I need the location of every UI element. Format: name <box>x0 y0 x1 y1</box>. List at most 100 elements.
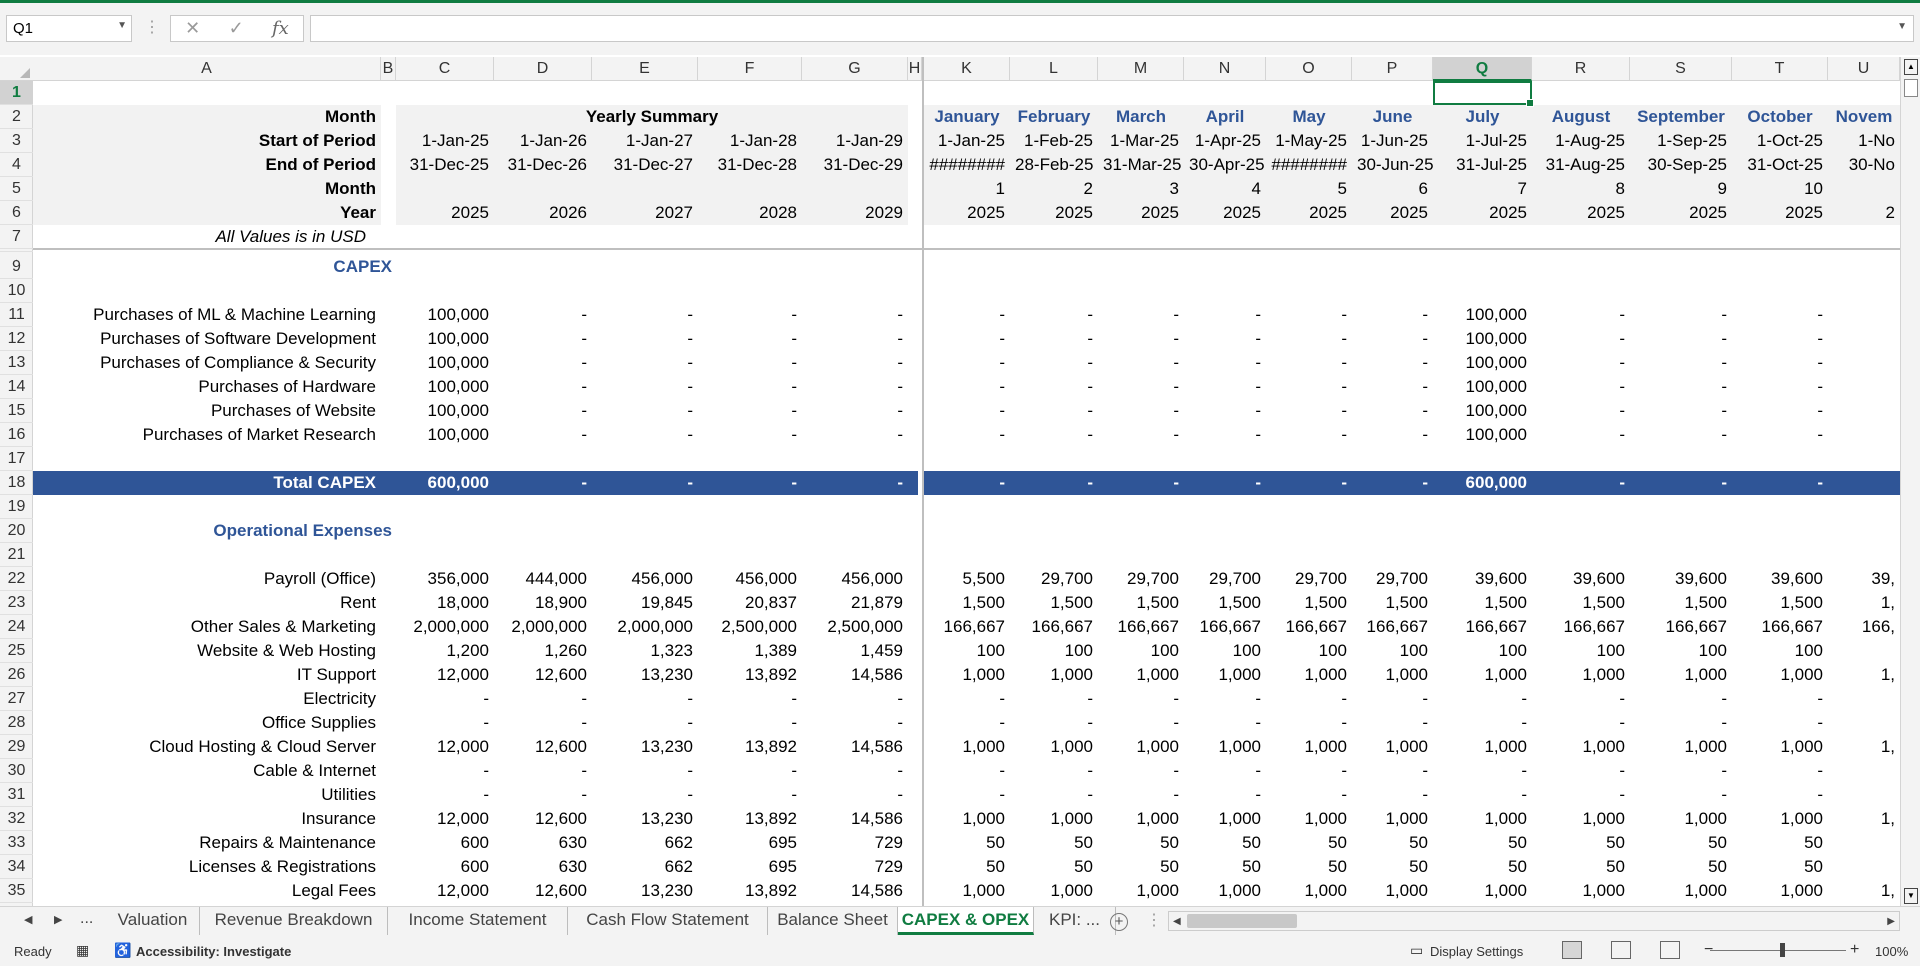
month-start[interactable]: 1-Sep-25 <box>1630 129 1732 153</box>
yearly-value[interactable]: - <box>698 423 802 447</box>
monthly-value[interactable] <box>1828 351 1900 375</box>
yearly-value[interactable]: 1,260 <box>494 639 592 663</box>
tab-income-statement[interactable]: Income Statement <box>388 907 568 935</box>
column-header-e[interactable]: E <box>592 57 698 81</box>
monthly-value[interactable]: - <box>1532 423 1630 447</box>
row-header-17[interactable]: 17 <box>0 447 33 471</box>
monthly-value[interactable]: - <box>1352 423 1433 447</box>
yearly-value[interactable]: 729 <box>802 831 908 855</box>
monthly-value[interactable]: - <box>1098 351 1184 375</box>
yearly-value[interactable]: 456,000 <box>592 567 698 591</box>
monthly-value[interactable]: - <box>1184 303 1266 327</box>
month-name[interactable]: August <box>1532 105 1630 129</box>
monthly-value[interactable]: - <box>1010 375 1098 399</box>
monthly-value[interactable]: 166,667 <box>1732 615 1828 639</box>
column-header-f[interactable]: F <box>698 57 802 81</box>
accessibility-status[interactable]: Accessibility: Investigate <box>136 944 291 959</box>
yearly-value[interactable]: 100,000 <box>396 423 494 447</box>
month-end[interactable]: 31-Jul-25 <box>1433 153 1532 177</box>
row-header-12[interactable]: 12 <box>0 327 33 351</box>
yearly-start[interactable]: 1-Jan-27 <box>592 129 698 153</box>
tab-cash-flow-statement[interactable]: Cash Flow Statement <box>568 907 768 935</box>
yearly-value[interactable]: - <box>802 351 908 375</box>
yearly-value[interactable]: - <box>698 303 802 327</box>
monthly-value[interactable]: - <box>1630 471 1732 495</box>
monthly-value[interactable]: 1, <box>1828 591 1900 615</box>
monthly-value[interactable]: 166,667 <box>1266 615 1352 639</box>
monthly-value[interactable]: 166, <box>1828 615 1900 639</box>
row-header-11[interactable]: 11 <box>0 303 33 327</box>
yearly-value[interactable]: 13,892 <box>698 807 802 831</box>
monthly-value[interactable]: 100,000 <box>1433 375 1532 399</box>
monthly-value[interactable]: - <box>1532 351 1630 375</box>
yearly-value[interactable]: - <box>494 327 592 351</box>
monthly-value[interactable]: - <box>1630 399 1732 423</box>
row-header-4[interactable]: 4 <box>0 153 33 177</box>
monthly-value[interactable]: - <box>1732 471 1828 495</box>
row-label[interactable]: Rent <box>33 591 381 615</box>
monthly-value[interactable]: 1,000 <box>1352 663 1433 687</box>
yearly-start[interactable]: 1-Jan-25 <box>396 129 494 153</box>
yearly-year[interactable]: 2029 <box>802 201 908 225</box>
monthly-value[interactable]: - <box>1184 399 1266 423</box>
column-header-m[interactable]: M <box>1098 57 1184 81</box>
monthly-value[interactable]: - <box>924 471 1010 495</box>
formula-input[interactable]: ▼ <box>310 15 1914 42</box>
yearly-end[interactable]: 31-Dec-25 <box>396 153 494 177</box>
monthly-value[interactable]: 100,000 <box>1433 303 1532 327</box>
monthly-value[interactable] <box>1828 327 1900 351</box>
monthly-value[interactable]: 1,000 <box>1532 735 1630 759</box>
month-year[interactable]: 2025 <box>1266 201 1352 225</box>
yearly-value[interactable]: - <box>592 711 698 735</box>
month-start[interactable]: 1-Jun-25 <box>1352 129 1433 153</box>
monthly-value[interactable]: 1,500 <box>924 591 1010 615</box>
monthly-value[interactable]: 1,000 <box>1732 663 1828 687</box>
monthly-value[interactable]: - <box>924 687 1010 711</box>
yearly-value[interactable]: 100,000 <box>396 327 494 351</box>
monthly-value[interactable]: 50 <box>1532 831 1630 855</box>
row-header-20[interactable]: 20 <box>0 519 33 543</box>
row-label[interactable]: Purchases of ML & Machine Learning <box>33 303 381 327</box>
monthly-value[interactable]: - <box>1184 687 1266 711</box>
monthly-value[interactable]: - <box>1266 423 1352 447</box>
monthly-value[interactable]: - <box>1630 711 1732 735</box>
horizontal-scroll-thumb[interactable] <box>1187 914 1297 928</box>
month-number[interactable]: 3 <box>1098 177 1184 201</box>
monthly-value[interactable]: 100 <box>1098 639 1184 663</box>
monthly-value[interactable]: 1,500 <box>1630 591 1732 615</box>
yearly-value[interactable]: - <box>802 375 908 399</box>
month-year[interactable]: 2025 <box>1630 201 1732 225</box>
yearly-value[interactable]: - <box>494 423 592 447</box>
monthly-value[interactable]: - <box>1433 687 1532 711</box>
row-header-6[interactable]: 6 <box>0 201 33 225</box>
monthly-value[interactable]: - <box>1098 759 1184 783</box>
monthly-value[interactable]: - <box>1184 471 1266 495</box>
row-header-29[interactable]: 29 <box>0 735 33 759</box>
row-header-14[interactable]: 14 <box>0 375 33 399</box>
yearly-value[interactable]: 13,230 <box>592 663 698 687</box>
column-header-b[interactable]: B <box>381 57 396 81</box>
monthly-value[interactable]: 1,000 <box>924 663 1010 687</box>
monthly-value[interactable]: - <box>1352 783 1433 807</box>
yearly-value[interactable]: 12,600 <box>494 735 592 759</box>
month-end[interactable]: 30-Jun-25 <box>1352 153 1433 177</box>
row-header-22[interactable]: 22 <box>0 567 33 591</box>
monthly-value[interactable] <box>1828 783 1900 807</box>
monthly-value[interactable]: 1,500 <box>1433 591 1532 615</box>
select-all-button[interactable] <box>0 57 33 81</box>
monthly-value[interactable]: - <box>1266 375 1352 399</box>
monthly-value[interactable]: 1,000 <box>1630 735 1732 759</box>
row-label[interactable]: Repairs & Maintenance <box>33 831 381 855</box>
monthly-value[interactable]: - <box>1433 759 1532 783</box>
yearly-value[interactable]: 100,000 <box>396 399 494 423</box>
monthly-value[interactable]: 1,000 <box>1433 663 1532 687</box>
monthly-value[interactable] <box>1828 831 1900 855</box>
row-label[interactable]: Total CAPEX <box>33 471 381 495</box>
row-header-3[interactable]: 3 <box>0 129 33 153</box>
row-label[interactable]: Payroll (Office) <box>33 567 381 591</box>
add-sheet-icon[interactable]: + <box>1110 913 1128 931</box>
monthly-value[interactable] <box>1828 303 1900 327</box>
monthly-value[interactable]: 100 <box>1433 639 1532 663</box>
month-name[interactable]: September <box>1630 105 1732 129</box>
monthly-value[interactable]: 1,000 <box>1732 807 1828 831</box>
